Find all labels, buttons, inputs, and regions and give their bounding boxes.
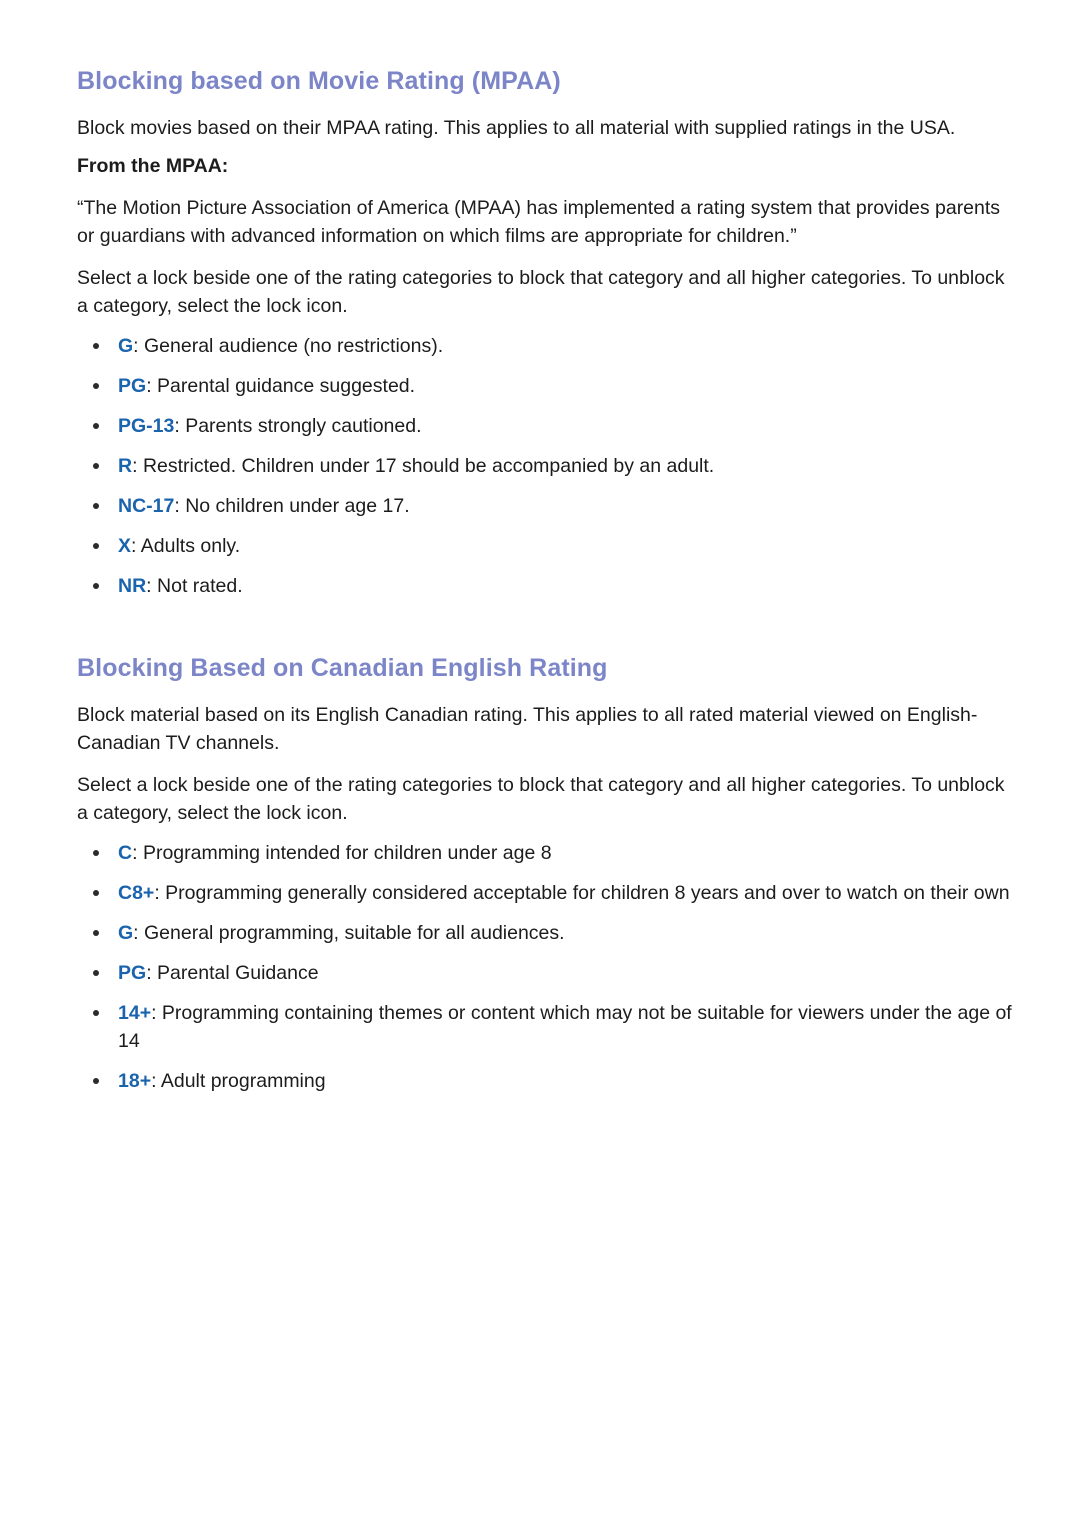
rating-code: R [118, 455, 133, 477]
list-item: NR: Not rated. [77, 572, 1015, 600]
list-item: C8+: Programming generally considered ac… [77, 879, 1015, 907]
rating-separator: : [151, 1002, 157, 1024]
bullet-icon [93, 970, 99, 976]
bullet-icon [93, 1078, 99, 1084]
list-item: G: General programming, suitable for all… [77, 919, 1015, 947]
list-item: 18+: Adult programming [77, 1067, 1015, 1095]
rating-separator: : [146, 962, 152, 984]
rating-code: NC-17 [118, 495, 175, 517]
rating-description: Adult programming [160, 1070, 326, 1092]
mpaa-rating-list: G: General audience (no restrictions). P… [77, 332, 1015, 600]
list-item: X: Adults only. [77, 532, 1015, 560]
rating-separator: : [174, 415, 180, 437]
rating-description: General audience (no restrictions). [144, 335, 444, 357]
rating-separator: : [146, 375, 152, 397]
mpaa-subheading: From the MPAA: [77, 155, 229, 177]
list-item: PG: Parental guidance suggested. [77, 372, 1015, 400]
rating-code: NR [118, 575, 147, 597]
bullet-icon [93, 383, 99, 389]
bullet-icon [93, 850, 99, 856]
rating-description: Not rated. [157, 575, 243, 597]
rating-separator: : [151, 1070, 157, 1092]
mpaa-quote-paragraph: “The Motion Picture Association of Ameri… [77, 197, 1001, 247]
rating-separator: : [174, 495, 180, 517]
rating-code: 18+ [118, 1070, 152, 1092]
canadian-rating-list: C: Programming intended for children und… [77, 839, 1015, 1095]
rating-code: PG [118, 962, 147, 984]
rating-code: C [118, 842, 133, 864]
rating-description: Adults only. [140, 535, 241, 557]
rating-separator: : [132, 842, 138, 864]
rating-code: X [118, 535, 132, 557]
rating-code: 14+ [118, 1002, 152, 1024]
list-item: 14+: Programming containing themes or co… [77, 999, 1015, 1055]
canadian-instruction-paragraph: Select a lock beside one of the rating c… [77, 774, 1005, 824]
rating-separator: : [154, 882, 160, 904]
rating-description: Parents strongly cautioned. [185, 415, 422, 437]
rating-separator: : [131, 535, 137, 557]
section-heading-canadian: Blocking Based on Canadian English Ratin… [77, 654, 608, 682]
list-item: NC-17: No children under age 17. [77, 492, 1015, 520]
rating-description: Parental guidance suggested. [157, 375, 416, 397]
rating-description: Restricted. Children under 17 should be … [142, 455, 715, 477]
list-item: PG-13: Parents strongly cautioned. [77, 412, 1015, 440]
rating-code: C8+ [118, 882, 155, 904]
rating-code: PG [118, 375, 147, 397]
rating-separator: : [146, 575, 152, 597]
bullet-icon [93, 930, 99, 936]
rating-description: Programming intended for children under … [142, 842, 552, 864]
bullet-icon [93, 343, 99, 349]
document-page: Blocking based on Movie Rating (MPAA) Bl… [0, 0, 1080, 1527]
rating-separator: : [133, 335, 139, 357]
rating-code: G [118, 335, 134, 357]
bullet-icon [93, 543, 99, 549]
rating-code: PG-13 [118, 415, 175, 437]
rating-description: Programming containing themes or content… [118, 1002, 1012, 1052]
bullet-icon [93, 423, 99, 429]
rating-description: No children under age 17. [185, 495, 410, 517]
bullet-icon [93, 503, 99, 509]
rating-code: G [118, 922, 134, 944]
rating-separator: : [133, 922, 139, 944]
bullet-icon [93, 463, 99, 469]
list-item: PG: Parental Guidance [77, 959, 1015, 987]
bullet-icon [93, 1010, 99, 1016]
rating-description: Programming generally considered accepta… [165, 882, 1010, 904]
bullet-icon [93, 583, 99, 589]
mpaa-instruction-paragraph: Select a lock beside one of the rating c… [77, 267, 1005, 317]
list-item: G: General audience (no restrictions). [77, 332, 1015, 360]
rating-separator: : [132, 455, 138, 477]
rating-description: Parental Guidance [157, 962, 319, 984]
mpaa-intro-paragraph: Block movies based on their MPAA rating.… [77, 117, 956, 139]
rating-description: General programming, suitable for all au… [144, 922, 565, 944]
canadian-intro-paragraph: Block material based on its English Cana… [77, 704, 978, 754]
list-item: C: Programming intended for children und… [77, 839, 1015, 867]
list-item: R: Restricted. Children under 17 should … [77, 452, 1015, 480]
page-title: Blocking based on Movie Rating (MPAA) [77, 67, 561, 95]
bullet-icon [93, 890, 99, 896]
